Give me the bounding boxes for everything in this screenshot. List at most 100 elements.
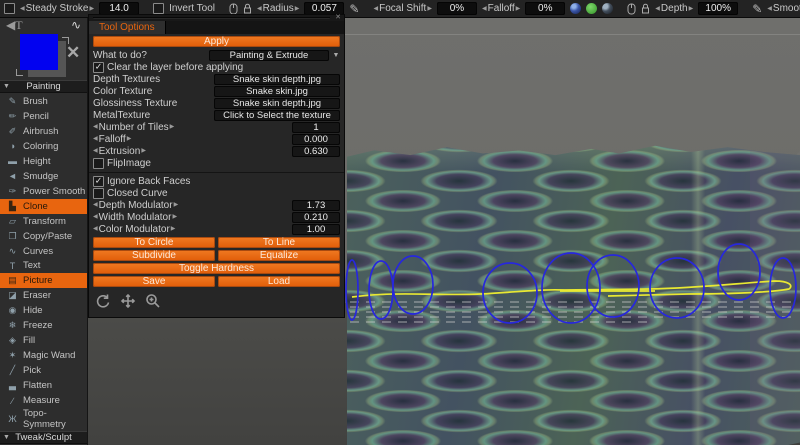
decrement-arrow-icon[interactable]: ◀ xyxy=(93,148,98,154)
save-button[interactable]: Save xyxy=(93,276,215,287)
sidebar-item-smudge[interactable]: ◄ Smudge xyxy=(0,169,87,184)
sidebar-item-measure[interactable]: ∕ Measure xyxy=(0,393,87,408)
number-of-tiles-value[interactable]: 1 xyxy=(292,122,340,133)
section-header-painting[interactable]: ▼ Painting xyxy=(0,80,87,93)
sidebar-item-hide[interactable]: ◉ Hide xyxy=(0,303,87,318)
apply-button[interactable]: Apply xyxy=(93,36,340,47)
curve-control-ellipse[interactable] xyxy=(770,258,796,318)
increment-arrow-icon[interactable]: ▶ xyxy=(89,6,94,12)
decrement-arrow-icon[interactable]: ◀ xyxy=(767,6,772,12)
closed-curve-checkbox[interactable]: ✓ xyxy=(93,188,104,199)
decrement-arrow-icon[interactable]: ◀ xyxy=(482,6,487,12)
invert-tool-checkbox[interactable]: ✓ xyxy=(153,3,164,14)
increment-arrow-icon[interactable]: ▶ xyxy=(295,6,300,12)
tab-tool-options[interactable]: Tool Options xyxy=(89,21,166,34)
pen-pressure-icon[interactable]: ✎ xyxy=(349,3,359,15)
focal-shift-spinner[interactable]: ◀ Focal Shift ▶ xyxy=(373,3,432,14)
width-modulator-value[interactable]: 0.210 xyxy=(292,212,340,223)
lock-icon[interactable] xyxy=(641,3,650,14)
curve-control-ellipse[interactable] xyxy=(542,253,600,323)
increment-arrow-icon[interactable]: ▶ xyxy=(170,124,175,130)
load-button[interactable]: Load xyxy=(218,276,340,287)
focal-shift-value[interactable]: 0% xyxy=(437,2,477,15)
falloff-flat-icon[interactable] xyxy=(586,3,597,14)
radius-spinner[interactable]: ◀ Radius ▶ xyxy=(257,3,299,14)
steady-stroke-spinner[interactable]: ◀ Steady Stroke ▶ xyxy=(20,3,94,14)
increment-arrow-icon[interactable]: ▶ xyxy=(427,6,432,12)
glossiness-texture-button[interactable]: Snake skin depth.jpg xyxy=(214,98,340,109)
chevron-down-icon[interactable]: ▼ xyxy=(332,52,340,59)
clear-color-icon[interactable]: ✕ xyxy=(66,44,80,61)
depth-spinner[interactable]: ◀ Depth ▶ xyxy=(655,3,693,14)
nav-back-icon[interactable]: ◀T xyxy=(6,18,23,33)
smoothing-spinner[interactable]: ◀ Smoothing ▶ xyxy=(767,3,800,14)
sidebar-item-coloring[interactable]: ◑ Coloring xyxy=(0,139,87,154)
mouse-icon[interactable] xyxy=(229,3,238,15)
what-to-do-dropdown[interactable]: Painting & Extrude xyxy=(209,50,329,61)
decrement-arrow-icon[interactable]: ◀ xyxy=(257,6,262,12)
sidebar-item-fill[interactable]: ◈ Fill xyxy=(0,333,87,348)
close-icon[interactable]: ✕ xyxy=(335,14,341,21)
sidebar-item-power-smooth[interactable]: ✑ Power Smooth xyxy=(0,184,87,199)
increment-arrow-icon[interactable]: ▶ xyxy=(689,6,694,12)
metal-texture-button[interactable]: Click to Select the texture xyxy=(214,110,340,121)
sidebar-item-height[interactable]: ▬ Height xyxy=(0,154,87,169)
flip-image-checkbox[interactable]: ✓ xyxy=(93,158,104,169)
sidebar-item-eraser[interactable]: ◪ Eraser xyxy=(0,288,87,303)
sidebar-item-pencil[interactable]: ✏ Pencil xyxy=(0,109,87,124)
increment-arrow-icon[interactable]: ▶ xyxy=(174,202,179,208)
sidebar-item-freeze[interactable]: ❄ Freeze xyxy=(0,318,87,333)
move-icon[interactable] xyxy=(119,293,137,309)
falloff-value[interactable]: 0.000 xyxy=(292,134,340,145)
color-texture-button[interactable]: Snake skin.jpg xyxy=(214,86,340,97)
curve-control-ellipse[interactable] xyxy=(369,261,393,319)
curve-control-ellipse[interactable] xyxy=(393,256,433,314)
pen-pressure-icon[interactable]: ✎ xyxy=(752,3,762,15)
increment-arrow-icon[interactable]: ▶ xyxy=(516,6,521,12)
sidebar-item-copy-paste[interactable]: ❐ Copy/Paste xyxy=(0,229,87,244)
reset-rotation-icon[interactable] xyxy=(95,293,111,309)
sidebar-item-airbrush[interactable]: ✐ Airbrush xyxy=(0,124,87,139)
depth-modulator-value[interactable]: 1.73 xyxy=(292,200,340,211)
falloff-value[interactable]: 0% xyxy=(525,2,565,15)
equalize-button[interactable]: Equalize xyxy=(218,250,340,261)
sidebar-item-transform[interactable]: ▱ Transform xyxy=(0,214,87,229)
extrusion-value[interactable]: 0.630 xyxy=(292,146,340,157)
increment-arrow-icon[interactable]: ▶ xyxy=(172,214,177,220)
subdivide-button[interactable]: Subdivide xyxy=(93,250,215,261)
to-line-button[interactable]: To Line xyxy=(218,237,340,248)
collapse-triangle-icon[interactable]: ▼ xyxy=(3,83,10,90)
zoom-icon[interactable] xyxy=(145,293,161,309)
curve-control-ellipse[interactable] xyxy=(718,244,760,300)
sidebar-item-magic-wand[interactable]: ✶ Magic Wand xyxy=(0,348,87,363)
color-modulator-value[interactable]: 1.00 xyxy=(292,224,340,235)
decrement-arrow-icon[interactable]: ◀ xyxy=(20,6,25,12)
panel-drag-bar[interactable]: ✕ xyxy=(89,15,344,21)
increment-arrow-icon[interactable]: ▶ xyxy=(141,148,146,154)
falloff-curve-icon[interactable] xyxy=(602,3,613,14)
curve-control-ellipse[interactable] xyxy=(346,260,358,320)
primary-color-swatch[interactable] xyxy=(20,34,58,70)
decrement-arrow-icon[interactable]: ◀ xyxy=(655,6,660,12)
stroke-style-icon[interactable]: ∿ xyxy=(71,18,81,32)
decrement-arrow-icon[interactable]: ◀ xyxy=(93,214,98,220)
sidebar-item-brush[interactable]: ✎ Brush xyxy=(0,94,87,109)
decrement-arrow-icon[interactable]: ◀ xyxy=(93,202,98,208)
increment-arrow-icon[interactable]: ▶ xyxy=(127,136,132,142)
ignore-back-faces-checkbox[interactable]: ✓ xyxy=(93,176,104,187)
depth-texture-button[interactable]: Snake skin depth.jpg xyxy=(214,74,340,85)
toggle-hardness-button[interactable]: Toggle Hardness xyxy=(93,263,340,274)
decrement-arrow-icon[interactable]: ◀ xyxy=(373,6,378,12)
to-circle-button[interactable]: To Circle xyxy=(93,237,215,248)
decrement-arrow-icon[interactable]: ◀ xyxy=(93,124,98,130)
falloff-sphere-icon[interactable] xyxy=(570,3,581,14)
mouse-icon[interactable] xyxy=(627,3,636,15)
sidebar-item-picture[interactable]: ▤ Picture xyxy=(0,273,87,288)
increment-arrow-icon[interactable]: ▶ xyxy=(171,226,176,232)
falloff-spinner[interactable]: ◀ Falloff ▶ xyxy=(482,3,520,14)
swap-colors-icon[interactable] xyxy=(16,69,23,76)
depth-value[interactable]: 100% xyxy=(698,2,738,15)
sidebar-item-pick[interactable]: ╱ Pick xyxy=(0,363,87,378)
sidebar-item-curves[interactable]: ∿ Curves xyxy=(0,244,87,259)
steady-stroke-checkbox[interactable]: ✓ xyxy=(4,3,15,14)
